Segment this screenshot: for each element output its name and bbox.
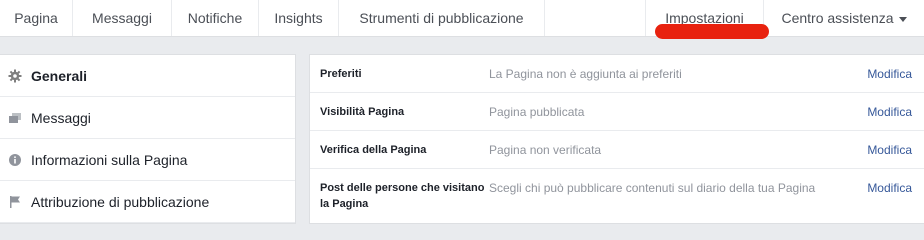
sidebar-item-informazioni[interactable]: Informazioni sulla Pagina — [0, 139, 295, 181]
sidebar-item-messaggi[interactable]: Messaggi — [0, 97, 295, 139]
edit-link[interactable]: Modifica — [867, 104, 912, 120]
settings-panel: Preferiti La Pagina non è aggiunta ai pr… — [309, 54, 924, 225]
row-value: Pagina pubblicata — [489, 105, 585, 119]
row-label: Visibilità Pagina — [320, 106, 405, 118]
info-icon — [8, 153, 22, 167]
gear-icon — [8, 69, 22, 83]
tab-notifiche[interactable]: Notifiche — [172, 0, 259, 36]
edit-link[interactable]: Modifica — [867, 142, 912, 158]
settings-row-post-visitatori: Post delle persone che visitano la Pagin… — [310, 169, 924, 225]
page-top-nav: Pagina Messaggi Notifiche Insights Strum… — [0, 0, 924, 37]
sidebar-item-label: Messaggi — [31, 109, 91, 126]
tab-pagina[interactable]: Pagina — [0, 0, 73, 36]
tab-strumenti-pubblicazione[interactable]: Strumenti di pubblicazione — [339, 0, 545, 36]
sidebar-item-label: Informazioni sulla Pagina — [31, 151, 188, 168]
row-label: Verifica della Pagina — [320, 144, 427, 156]
row-value: Scegli chi può pubblicare contenuti sul … — [489, 181, 816, 195]
row-label: Post delle persone che visitano la Pagin… — [320, 182, 485, 210]
settings-row-visibilita: Visibilità Pagina Pagina pubblicata Modi… — [310, 93, 924, 131]
highlight-annotation-mark — [655, 24, 769, 39]
edit-link[interactable]: Modifica — [867, 66, 912, 82]
row-value: Pagina non verificata — [489, 143, 602, 157]
help-center-dropdown[interactable]: Centro assistenza — [764, 0, 924, 36]
flag-icon — [8, 195, 22, 209]
tab-insights[interactable]: Insights — [259, 0, 339, 36]
settings-sidebar: Generali Messaggi Informazioni sulla Pag… — [0, 54, 296, 224]
settings-row-verifica: Verifica della Pagina Pagina non verific… — [310, 131, 924, 169]
caret-down-icon — [898, 16, 907, 22]
row-label: Preferiti — [320, 68, 362, 80]
tab-messaggi[interactable]: Messaggi — [73, 0, 172, 36]
settings-row-preferiti: Preferiti La Pagina non è aggiunta ai pr… — [310, 55, 924, 93]
sidebar-item-attribuzione[interactable]: Attribuzione di pubblicazione — [0, 181, 295, 223]
edit-link[interactable]: Modifica — [867, 180, 912, 196]
sidebar-item-generali[interactable]: Generali — [0, 55, 295, 97]
sidebar-item-label: Attribuzione di pubblicazione — [31, 193, 210, 210]
row-value: La Pagina non è aggiunta ai preferiti — [489, 67, 682, 81]
messages-icon — [8, 111, 22, 125]
sidebar-item-label: Generali — [31, 67, 88, 84]
